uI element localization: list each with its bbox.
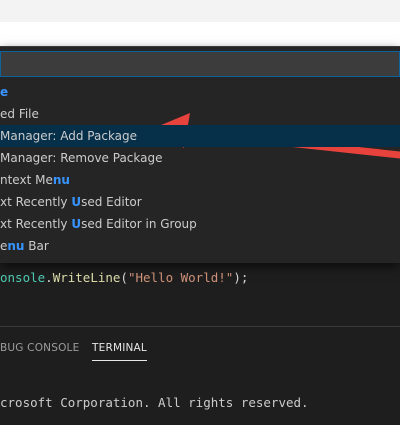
match-highlight: U: [71, 217, 82, 231]
command-label-text: sed Editor in Group: [81, 217, 197, 231]
command-label-text: xt Recently: [0, 195, 72, 209]
command-palette-item[interactable]: Manager: Add Package: [0, 125, 400, 147]
command-palette-input[interactable]: [0, 51, 400, 77]
code-string: "Hello World!": [127, 270, 234, 285]
match-highlight: e: [0, 85, 9, 99]
command-label-text: sed Editor: [81, 195, 142, 209]
command-palette-item[interactable]: xt Recently Used Editor in Group: [0, 213, 400, 235]
match-highlight: nu: [7, 239, 25, 253]
terminal-output-line: crosoft Corporation. All rights reserved…: [0, 395, 309, 410]
command-label-text: Manager: Add Package: [0, 129, 138, 143]
code-method: WriteLine: [52, 270, 121, 285]
tab-debug-console[interactable]: BUG CONSOLE: [0, 341, 79, 355]
code-close: );: [233, 270, 249, 285]
code-identifier: onsole: [0, 270, 46, 285]
code-open-paren: (: [120, 270, 128, 285]
menu-strip: [0, 22, 400, 48]
match-highlight: nu: [52, 173, 70, 187]
command-palette-item[interactable]: e: [0, 81, 400, 103]
command-palette-item[interactable]: Manager: Remove Package: [0, 147, 400, 169]
panel-divider: [0, 326, 400, 327]
command-label-text: xt Recently: [0, 217, 72, 231]
match-highlight: U: [71, 195, 82, 209]
command-palette-item[interactable]: enu Bar: [0, 235, 400, 257]
title-bar: [0, 0, 400, 48]
command-label-text: ntext Me: [0, 173, 53, 187]
command-palette-item[interactable]: ed File: [0, 103, 400, 125]
command-palette-item[interactable]: xt Recently Used Editor: [0, 191, 400, 213]
command-label-text: Manager: Remove Package: [0, 151, 163, 165]
command-label-text: Bar: [24, 239, 49, 253]
command-label-text: ed File: [0, 107, 39, 121]
code-dot: .: [45, 270, 53, 285]
tab-terminal[interactable]: TERMINAL: [92, 341, 147, 361]
code-line[interactable]: onsole.WriteLine("Hello World!");: [0, 268, 400, 288]
command-palette-item[interactable]: ntext Menu: [0, 169, 400, 191]
